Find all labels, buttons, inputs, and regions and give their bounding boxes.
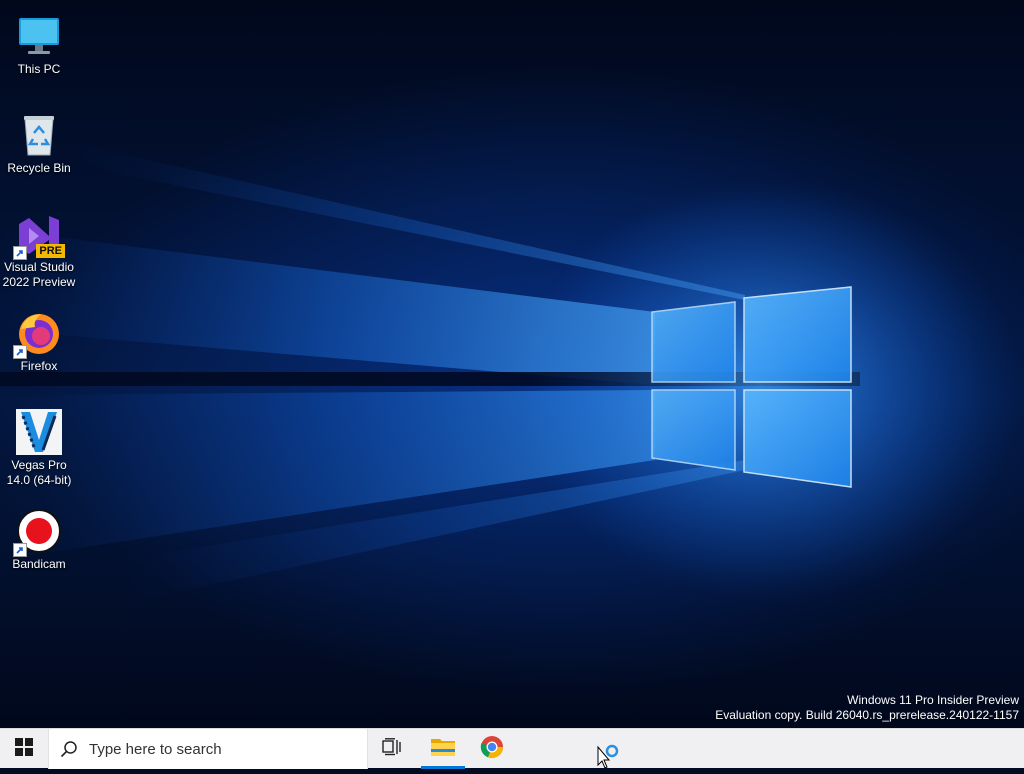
folder-icon — [430, 736, 456, 763]
wallpaper — [0, 140, 990, 600]
file-explorer-button[interactable] — [419, 729, 467, 769]
shortcut-arrow-icon — [13, 543, 27, 557]
desktop-icon-this-pc[interactable]: This PC — [0, 6, 78, 77]
windows-logo-icon — [15, 737, 33, 761]
desktop-icon-firefox[interactable]: Firefox — [0, 303, 78, 374]
desktop-icon-label: Firefox — [20, 359, 58, 373]
chrome-button[interactable] — [468, 729, 516, 769]
busy-cursor-icon — [596, 743, 622, 774]
search-icon — [49, 740, 89, 758]
task-view-icon — [382, 737, 402, 761]
desktop-icon-label: Vegas Pro 14.0 (64-bit) — [6, 458, 72, 487]
monitor-icon — [15, 12, 63, 60]
start-button[interactable] — [0, 729, 48, 769]
desktop: This PC Recycle Bin PRE Visual Studio 20… — [0, 0, 1024, 728]
taskbar — [0, 728, 1024, 769]
desktop-icon-bandicam[interactable]: Bandicam — [0, 501, 78, 572]
desktop-icon-recycle-bin[interactable]: Recycle Bin — [0, 105, 78, 176]
desktop-icon-visual-studio[interactable]: PRE Visual Studio 2022 Preview — [0, 204, 78, 290]
desktop-icon-label: Bandicam — [12, 557, 66, 571]
evaluation-watermark: Windows 11 Pro Insider Preview Evaluatio… — [715, 693, 1019, 723]
taskbar-search-box[interactable] — [48, 729, 368, 769]
vegas-pro-icon — [15, 408, 63, 456]
visual-studio-icon: PRE — [13, 210, 65, 260]
search-input[interactable] — [89, 740, 349, 758]
task-view-button[interactable] — [368, 729, 416, 769]
bandicam-icon — [13, 507, 63, 557]
firefox-icon — [13, 309, 63, 359]
pre-badge: PRE — [36, 244, 65, 258]
recycle-bin-icon — [15, 111, 63, 159]
desktop-icon-label: Recycle Bin — [7, 161, 71, 175]
desktop-icon-label: Visual Studio 2022 Preview — [2, 260, 76, 289]
shortcut-arrow-icon — [13, 246, 27, 260]
watermark-line-1: Windows 11 Pro Insider Preview — [847, 693, 1019, 707]
shortcut-arrow-icon — [13, 345, 27, 359]
watermark-line-2: Evaluation copy. Build 26040.rs_prerelea… — [715, 708, 1019, 722]
chrome-icon — [480, 735, 504, 764]
desktop-icon-vegas-pro[interactable]: Vegas Pro 14.0 (64-bit) — [0, 402, 78, 488]
desktop-icon-label: This PC — [17, 62, 61, 76]
